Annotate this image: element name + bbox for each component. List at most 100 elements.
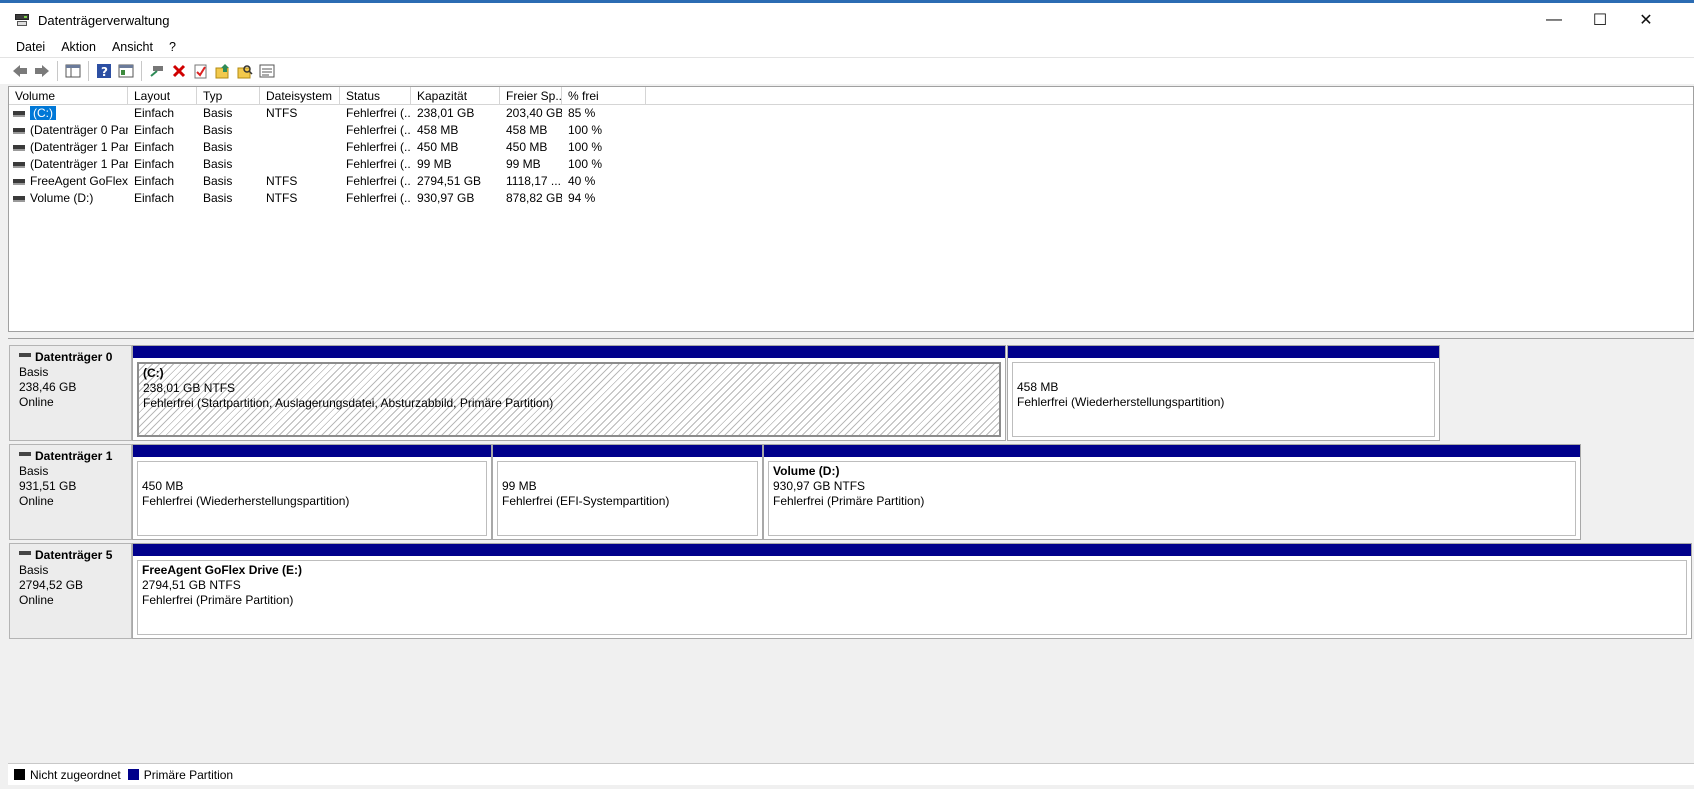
partition-recovery-disk1[interactable]: 450 MB Fehlerfrei (Wiederherstellungspar… [132, 444, 492, 540]
cell-prozent-frei: 100 % [568, 157, 603, 171]
disk-label-1[interactable]: Datenträger 1 Basis 931,51 GB Online [9, 444, 132, 540]
forward-icon[interactable] [31, 60, 53, 82]
cell-freier-speicher: 1118,17 ... [506, 174, 561, 188]
menu-datei[interactable]: Datei [8, 40, 53, 54]
legend-swatch-unallocated [14, 769, 25, 780]
column-header-dateisystem[interactable]: Dateisystem [260, 87, 340, 104]
legend-bar: Nicht zugeordnet Primäre Partition [8, 763, 1694, 785]
partition-size: 458 MB [1017, 380, 1059, 394]
cell-volume: (Datenträger 1 Par... [9, 139, 128, 156]
cell-prozent-frei: 100 % [568, 123, 603, 137]
disk-label-0[interactable]: Datenträger 0 Basis 238,46 GB Online [9, 345, 132, 441]
table-row[interactable]: (Datenträger 1 Par... Einfach Basis Fehl… [9, 139, 1693, 156]
menu-bar: Datei Aktion Ansicht ? [0, 37, 1694, 57]
cell-prozent-frei: 100 % [568, 140, 603, 154]
disk-icon [19, 451, 31, 456]
cell-status: Fehlerfrei (... [346, 106, 411, 120]
partition-name: FreeAgent GoFlex Drive (E:) [142, 563, 303, 577]
drive-icon [13, 195, 25, 202]
partition-size: 930,97 GB NTFS [773, 479, 866, 493]
volume-name: Volume (D:) [30, 191, 94, 205]
partition-size: 99 MB [502, 479, 537, 493]
column-header-typ[interactable]: Typ [197, 87, 260, 104]
partition-bar [133, 445, 491, 457]
disk-name-text: Datenträger 5 [35, 548, 113, 562]
column-header-freier-speicher[interactable]: Freier Sp... [500, 87, 562, 104]
cell-volume: (Datenträger 0 Par... [9, 122, 128, 139]
partition-recovery-disk0[interactable]: 458 MB Fehlerfrei (Wiederherstellungspar… [1007, 345, 1440, 441]
svg-text:?: ? [101, 65, 108, 79]
legend-label-primary: Primäre Partition [143, 767, 234, 782]
cell-freier-speicher: 203,40 GB [506, 106, 562, 120]
table-row[interactable]: (Datenträger 1 Par... Einfach Basis Fehl… [9, 156, 1693, 173]
drive-icon [13, 144, 25, 151]
partition-c[interactable]: (C:) 238,01 GB NTFS Fehlerfrei (Startpar… [132, 345, 1006, 441]
export-icon[interactable] [212, 60, 234, 82]
cell-freier-speicher: 99 MB [506, 157, 541, 171]
cell-layout: Einfach [134, 157, 175, 171]
details-icon[interactable] [256, 60, 278, 82]
partition-bar [493, 445, 762, 457]
column-header-layout[interactable]: Layout [128, 87, 197, 104]
partition-d[interactable]: Volume (D:) 930,97 GB NTFS Fehlerfrei (P… [763, 444, 1581, 540]
table-row[interactable]: FreeAgent GoFlex ... Einfach Basis NTFS … [9, 173, 1693, 190]
cell-typ: Basis [203, 157, 233, 171]
maximize-button[interactable]: ☐ [1577, 3, 1623, 37]
partition-body: 458 MB Fehlerfrei (Wiederherstellungspar… [1012, 362, 1435, 437]
disk-name: Datenträger 0 [19, 350, 131, 365]
back-icon[interactable] [9, 60, 31, 82]
title-bar: Datenträgerverwaltung [0, 3, 1694, 37]
cell-volume: (Datenträger 1 Par... [9, 156, 128, 173]
disk-state: Online [19, 494, 54, 508]
menu-help[interactable]: ? [161, 40, 184, 54]
cell-status: Fehlerfrei (... [346, 123, 411, 137]
table-row[interactable]: Volume (D:) Einfach Basis NTFS Fehlerfre… [9, 190, 1693, 207]
volume-name: (Datenträger 0 Par... [30, 123, 128, 137]
cell-dateisystem [260, 139, 340, 156]
cell-kapazitaet: 238,01 GB [417, 106, 475, 120]
window-title: Datenträgerverwaltung [38, 12, 170, 28]
column-header-volume[interactable]: Volume [9, 87, 128, 104]
partition-bar [764, 445, 1580, 457]
cell-layout: Einfach [134, 123, 175, 137]
volume-name: (Datenträger 1 Par... [30, 157, 128, 171]
drive-icon [13, 110, 25, 117]
toolbar-separator [141, 61, 142, 81]
disk-label-5[interactable]: Datenträger 5 Basis 2794,52 GB Online [9, 543, 132, 639]
cell-freier-speicher: 458 MB [506, 123, 548, 137]
partition-body: Volume (D:) 930,97 GB NTFS Fehlerfrei (P… [768, 461, 1576, 536]
menu-aktion[interactable]: Aktion [53, 40, 104, 54]
partition-status: Fehlerfrei (EFI-Systempartition) [502, 494, 670, 508]
connect-icon[interactable] [146, 60, 168, 82]
menu-ansicht[interactable]: Ansicht [104, 40, 161, 54]
column-header-status[interactable]: Status [340, 87, 411, 104]
properties-icon[interactable] [115, 60, 137, 82]
disk-name-text: Datenträger 0 [35, 350, 113, 364]
console-tree-icon[interactable] [62, 60, 84, 82]
partition-body: 450 MB Fehlerfrei (Wiederherstellungspar… [137, 461, 487, 536]
disk-size: 2794,52 GB [19, 578, 84, 592]
table-row[interactable]: (C:) Einfach Basis NTFS Fehlerfrei (... … [9, 105, 1693, 122]
delete-icon[interactable] [168, 60, 190, 82]
cell-volume: (C:) [9, 105, 128, 122]
partition-e[interactable]: FreeAgent GoFlex Drive (E:) 2794,51 GB N… [132, 543, 1692, 639]
cell-status: Fehlerfrei (... [346, 191, 411, 205]
cell-dateisystem [260, 156, 340, 173]
check-icon[interactable] [190, 60, 212, 82]
column-header-prozent-frei[interactable]: % frei [562, 87, 646, 104]
drive-icon [13, 178, 25, 185]
cell-kapazitaet: 2794,51 GB [417, 174, 482, 188]
cell-dateisystem: NTFS [266, 174, 298, 188]
help-icon[interactable]: ? [93, 60, 115, 82]
search-icon[interactable] [234, 60, 256, 82]
cell-typ: Basis [203, 123, 233, 137]
close-button[interactable]: ✕ [1623, 3, 1669, 37]
table-row[interactable]: (Datenträger 0 Par... Einfach Basis Fehl… [9, 122, 1693, 139]
disk-icon [19, 550, 31, 555]
column-header-kapazitaet[interactable]: Kapazität [411, 87, 500, 104]
partition-efi[interactable]: 99 MB Fehlerfrei (EFI-Systempartition) [492, 444, 763, 540]
cell-layout: Einfach [134, 106, 175, 120]
minimize-button[interactable]: — [1531, 3, 1577, 37]
toolbar-separator [88, 61, 89, 81]
partition-status: Fehlerfrei (Primäre Partition) [142, 593, 294, 607]
